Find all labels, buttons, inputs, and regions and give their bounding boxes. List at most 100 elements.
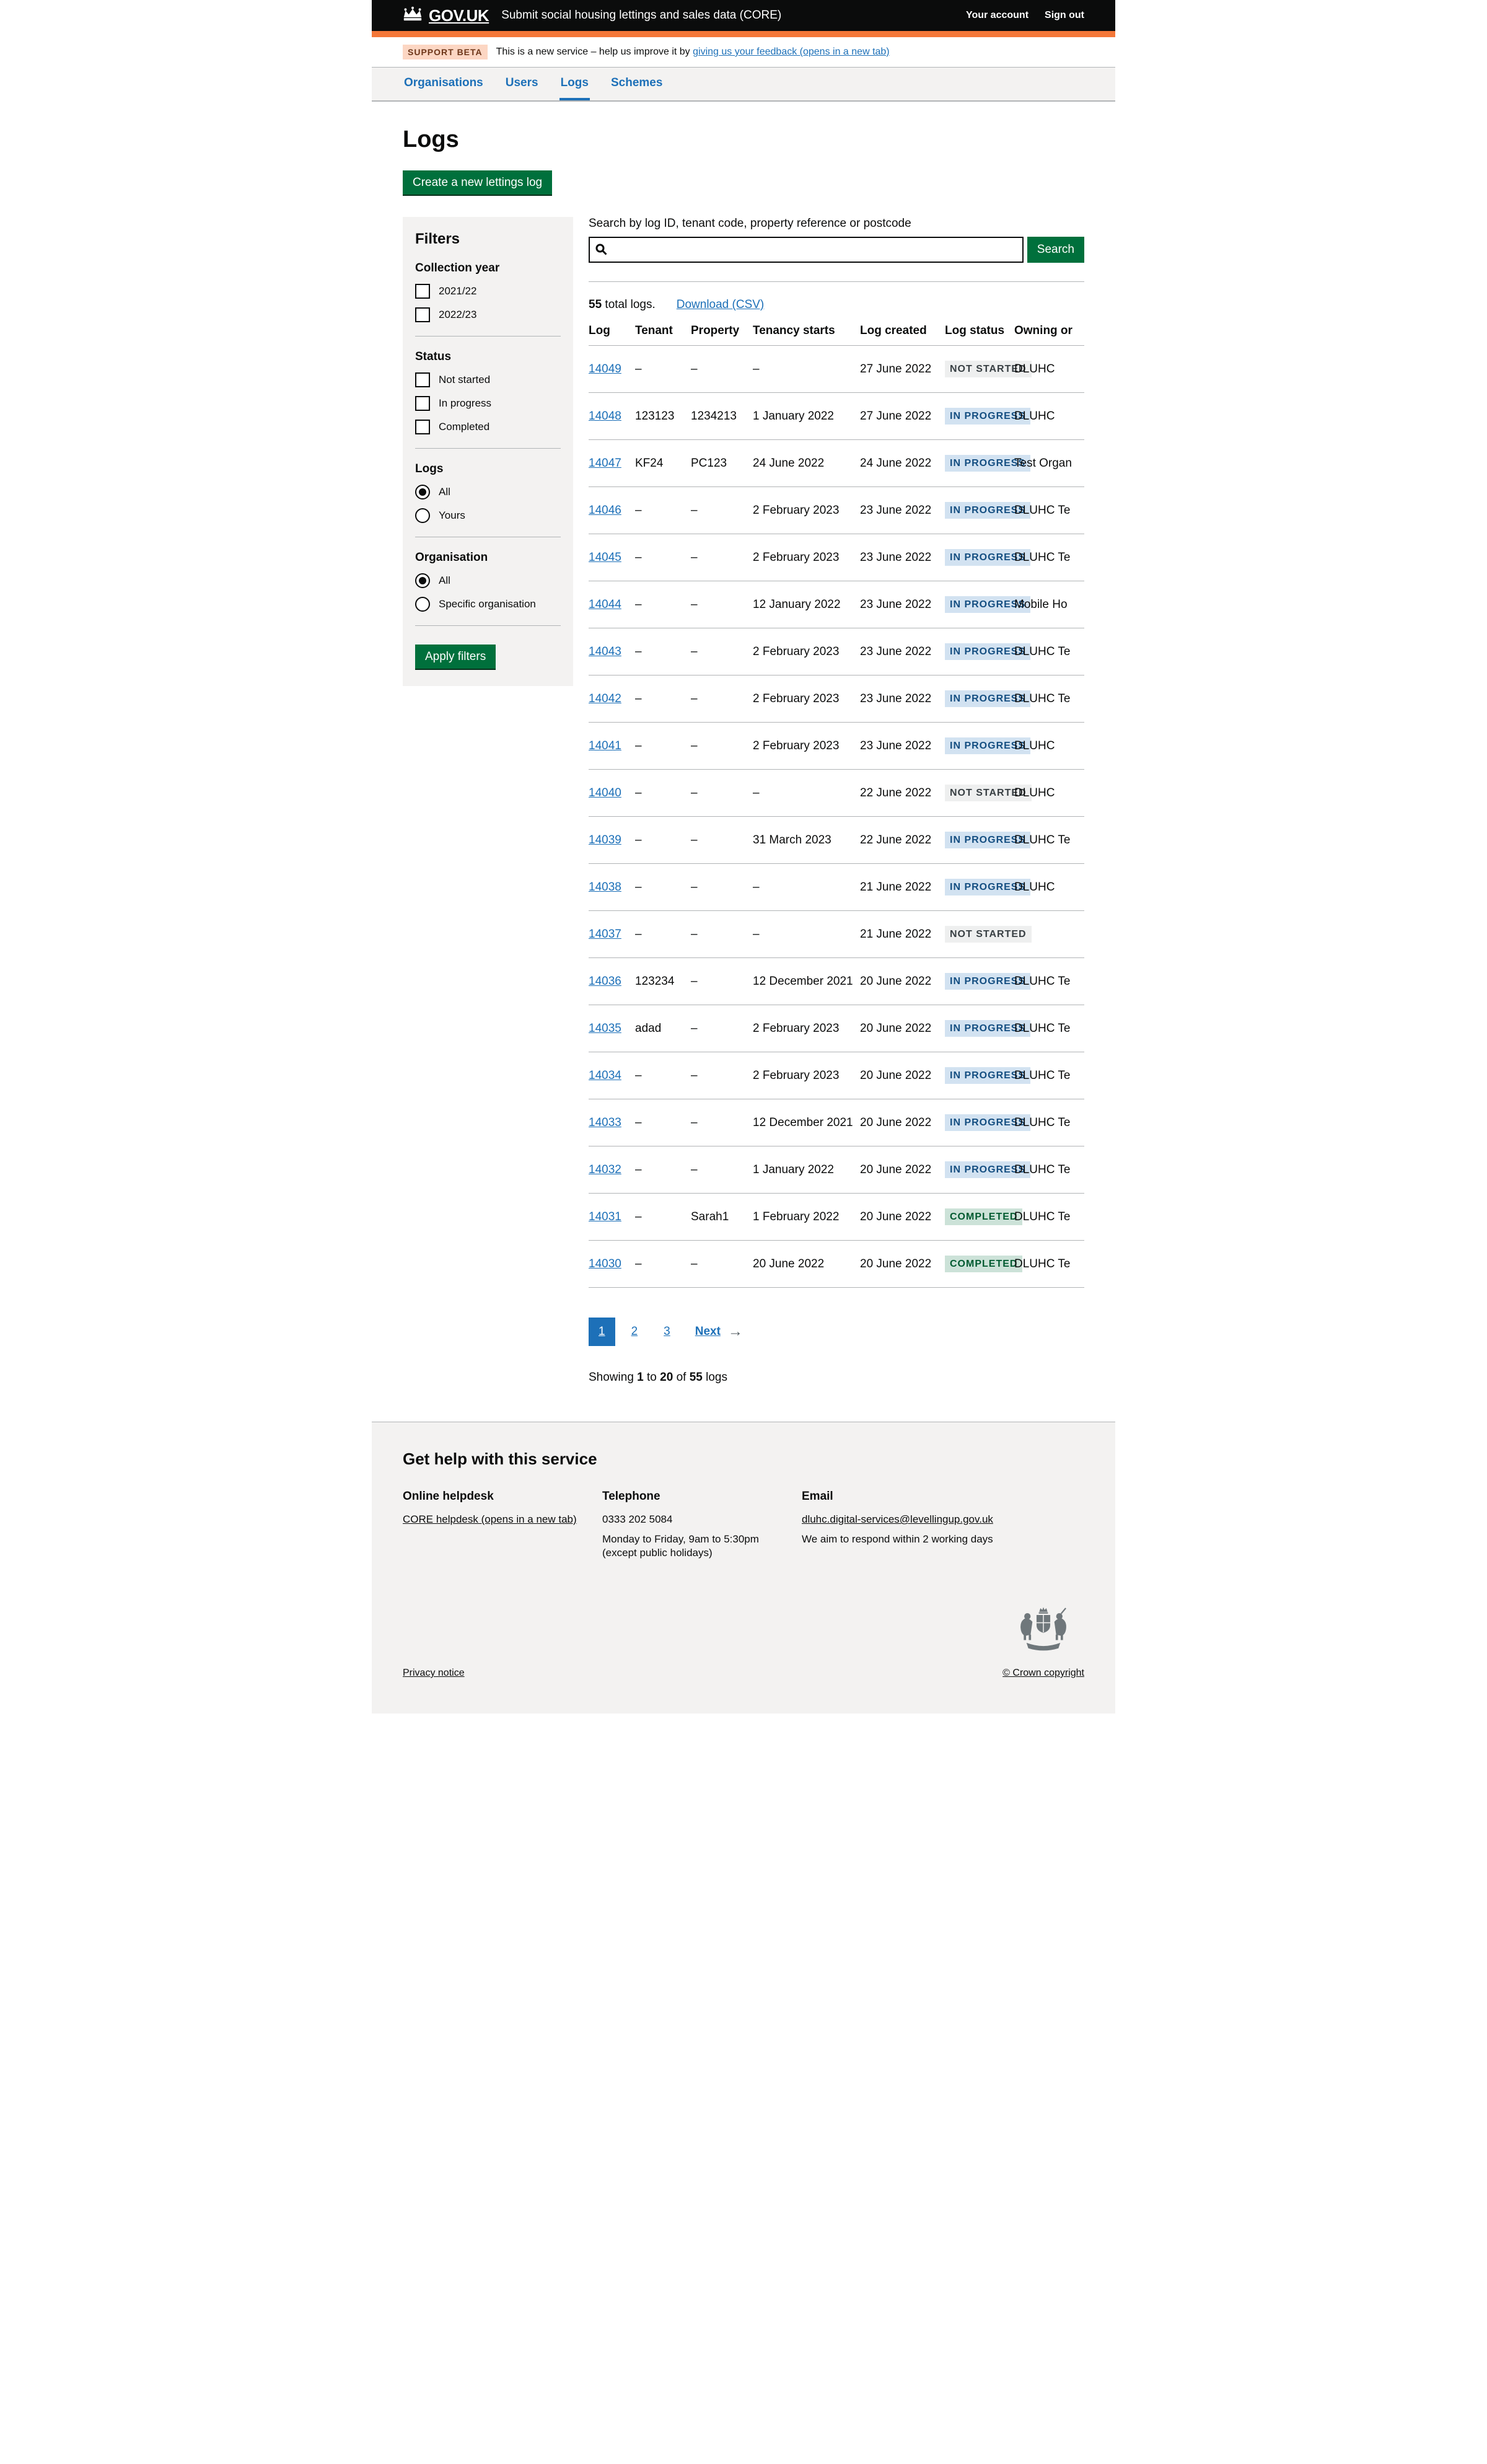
col-log-status: Log status: [945, 315, 1014, 346]
checkbox-2021-22-label: 2021/22: [439, 285, 476, 297]
radio-logs-yours[interactable]: [415, 508, 430, 523]
checkbox-2021-22[interactable]: [415, 284, 430, 299]
col-log-created: Log created: [860, 315, 945, 346]
radio-org-specific[interactable]: [415, 597, 430, 612]
log-id-link[interactable]: 14042: [589, 692, 621, 705]
tab-schemes[interactable]: Schemes: [610, 68, 664, 100]
create-lettings-log-button[interactable]: Create a new lettings log: [403, 170, 552, 195]
radio-logs-all[interactable]: [415, 485, 430, 499]
log-id-cell: 14048: [589, 393, 635, 440]
table-row: 14033 – – 12 December 2021 20 June 2022 …: [589, 1099, 1084, 1146]
filters-divider: [415, 625, 561, 626]
log-id-link[interactable]: 14040: [589, 786, 621, 799]
log-id-link[interactable]: 14030: [589, 1257, 621, 1270]
owning-organisation-cell: DLUHC: [1014, 393, 1084, 440]
tenancy-starts-cell: 12 December 2021: [753, 958, 860, 1005]
log-id-link[interactable]: 14035: [589, 1022, 621, 1035]
status-badge: NOT STARTED: [945, 926, 1032, 943]
tenant-cell: –: [635, 346, 691, 393]
checkbox-2022-23[interactable]: [415, 307, 430, 322]
log-id-link[interactable]: 14047: [589, 457, 621, 470]
log-id-link[interactable]: 14045: [589, 551, 621, 564]
logs-table-body: 14049 – – – 27 June 2022 NOT STARTED DLU…: [589, 346, 1084, 1288]
log-created-cell: 20 June 2022: [860, 1052, 945, 1099]
tenancy-starts-cell: 12 December 2021: [753, 1099, 860, 1146]
tenant-cell: –: [635, 628, 691, 675]
footer: Get help with this service Online helpde…: [372, 1422, 1115, 1714]
table-row: 14034 – – 2 February 2023 20 June 2022 I…: [589, 1052, 1084, 1099]
col-tenancy-starts: Tenancy starts: [753, 315, 860, 346]
tab-organisations[interactable]: Organisations: [403, 68, 485, 100]
log-id-cell: 14044: [589, 581, 635, 628]
log-id-cell: 14033: [589, 1099, 635, 1146]
log-id-link[interactable]: 14049: [589, 363, 621, 376]
search-label: Search by log ID, tenant code, property …: [589, 217, 1084, 231]
search-button[interactable]: Search: [1027, 237, 1084, 263]
crown-copyright-link[interactable]: © Crown copyright: [1002, 1668, 1084, 1679]
next-arrow-icon[interactable]: →: [728, 1323, 743, 1340]
service-name-link[interactable]: Submit social housing lettings and sales…: [501, 9, 781, 22]
table-row: 14032 – – 1 January 2022 20 June 2022 IN…: [589, 1146, 1084, 1194]
tab-logs[interactable]: Logs: [559, 68, 590, 100]
header-account-nav: Your account Sign out: [966, 10, 1084, 21]
tab-users[interactable]: Users: [504, 68, 540, 100]
log-id-cell: 14031: [589, 1194, 635, 1241]
table-row: 14038 – – – 21 June 2022 IN PROGRESS DLU…: [589, 864, 1084, 911]
checkbox-completed[interactable]: [415, 420, 430, 434]
govuk-logotype[interactable]: GOV.UK: [429, 6, 489, 25]
telephone-title: Telephone: [602, 1490, 802, 1503]
phase-banner-prefix: This is a new service – help us improve …: [496, 46, 693, 57]
col-log: Log: [589, 315, 635, 346]
log-status-cell: IN PROGRESS: [945, 1146, 1014, 1194]
log-id-link[interactable]: 14041: [589, 739, 621, 752]
log-id-link[interactable]: 14031: [589, 1210, 621, 1223]
radio-org-all[interactable]: [415, 573, 430, 588]
your-account-link[interactable]: Your account: [966, 10, 1029, 21]
log-id-link[interactable]: 14033: [589, 1116, 621, 1129]
tenant-cell: –: [635, 1194, 691, 1241]
helpdesk-title: Online helpdesk: [403, 1490, 602, 1503]
pagination-page-3[interactable]: 3: [654, 1318, 680, 1346]
log-id-link[interactable]: 14037: [589, 928, 621, 941]
logs-table: Log Tenant Property Tenancy starts Log c…: [589, 315, 1084, 1288]
download-csv-link[interactable]: Download (CSV): [677, 298, 765, 312]
log-id-link[interactable]: 14039: [589, 834, 621, 847]
log-id-link[interactable]: 14032: [589, 1163, 621, 1176]
log-status-cell: COMPLETED: [945, 1194, 1014, 1241]
log-id-link[interactable]: 14038: [589, 881, 621, 894]
property-cell: 1234213: [691, 393, 753, 440]
table-header-row: Log Tenant Property Tenancy starts Log c…: [589, 315, 1084, 346]
pagination-next-link[interactable]: Next: [695, 1325, 721, 1339]
log-id-link[interactable]: 14043: [589, 645, 621, 658]
owning-organisation-cell: Mobile Ho: [1014, 581, 1084, 628]
pagination-page-2[interactable]: 2: [621, 1318, 648, 1346]
log-status-cell: IN PROGRESS: [945, 864, 1014, 911]
table-row: 14039 – – 31 March 2023 22 June 2022 IN …: [589, 817, 1084, 864]
owning-organisation-cell: DLUHC Te: [1014, 1005, 1084, 1052]
summary-to: 20: [660, 1371, 673, 1384]
property-cell: –: [691, 958, 753, 1005]
core-helpdesk-link[interactable]: CORE helpdesk (opens in a new tab): [403, 1513, 577, 1525]
feedback-link[interactable]: giving us your feedback (opens in a new …: [693, 46, 890, 57]
email-link[interactable]: dluhc.digital-services@levellingup.gov.u…: [802, 1513, 993, 1525]
logs-table-wrap: Log Tenant Property Tenancy starts Log c…: [589, 315, 1084, 1288]
log-id-cell: 14042: [589, 675, 635, 723]
log-id-link[interactable]: 14036: [589, 975, 621, 988]
log-id-link[interactable]: 14046: [589, 504, 621, 517]
checkbox-not-started[interactable]: [415, 372, 430, 387]
summary-mid: to: [644, 1371, 660, 1384]
telephone-hours: Monday to Friday, 9am to 5:30pm: [602, 1533, 802, 1546]
privacy-notice-link[interactable]: Privacy notice: [403, 1668, 465, 1679]
log-id-cell: 14047: [589, 440, 635, 487]
sign-out-link[interactable]: Sign out: [1045, 10, 1084, 21]
search-input[interactable]: [589, 237, 1024, 263]
pagination-page-1[interactable]: 1: [589, 1318, 615, 1346]
log-id-link[interactable]: 14034: [589, 1069, 621, 1082]
log-created-cell: 27 June 2022: [860, 346, 945, 393]
apply-filters-button[interactable]: Apply filters: [415, 645, 496, 669]
property-cell: –: [691, 817, 753, 864]
log-id-link[interactable]: 14044: [589, 598, 621, 611]
log-id-link[interactable]: 14048: [589, 410, 621, 423]
checkbox-in-progress[interactable]: [415, 396, 430, 411]
results-summary: Showing 1 to 20 of 55 logs: [589, 1371, 1084, 1384]
